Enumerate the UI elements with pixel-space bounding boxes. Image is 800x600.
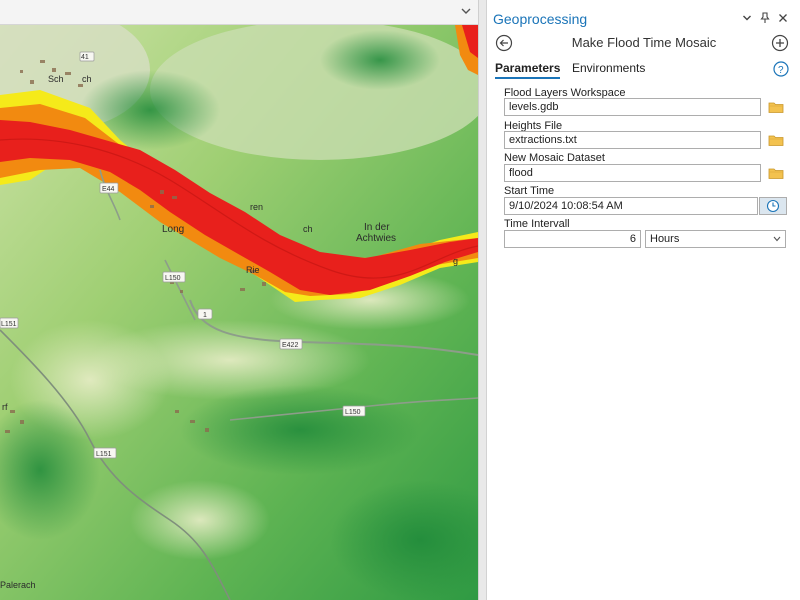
close-icon[interactable] bbox=[776, 11, 790, 25]
road-shield: 1 bbox=[197, 308, 213, 320]
workspace-input[interactable]: levels.gdb bbox=[504, 98, 761, 116]
road-shield: L150 bbox=[342, 405, 366, 417]
folder-icon[interactable] bbox=[768, 166, 784, 180]
heights-input[interactable]: extractions.txt bbox=[504, 131, 761, 149]
place-label: g bbox=[453, 256, 458, 266]
pane-title: Geoprocessing bbox=[493, 11, 588, 27]
road-shield: 41 bbox=[79, 51, 95, 62]
terrain-valley bbox=[320, 30, 440, 90]
place-label: Sch bbox=[48, 74, 64, 84]
tab-strip: Parameters Environments ? bbox=[487, 58, 800, 79]
road-shield: L150 bbox=[162, 271, 186, 283]
map-view[interactable]: Sch ch Long ren ch In der Achtwies g Rie… bbox=[0, 0, 478, 600]
interval-label: Time Intervall bbox=[504, 218, 570, 230]
folder-icon[interactable] bbox=[768, 133, 784, 147]
mosaic-label: New Mosaic Dataset bbox=[504, 152, 605, 164]
folder-icon[interactable] bbox=[768, 100, 784, 114]
start-time-input[interactable]: 9/10/2024 10:08:54 AM bbox=[504, 197, 758, 215]
mosaic-input[interactable]: flood bbox=[504, 164, 761, 182]
interval-unit-value: Hours bbox=[650, 233, 680, 245]
interval-unit-select[interactable]: Hours bbox=[645, 230, 786, 248]
place-label: ren bbox=[250, 202, 263, 212]
pane-header: Geoprocessing bbox=[487, 0, 800, 32]
road-shield: E422 bbox=[279, 338, 303, 350]
svg-text:E44: E44 bbox=[102, 186, 115, 193]
place-label: rf bbox=[2, 402, 8, 412]
tool-title: Make Flood Time Mosaic bbox=[571, 35, 717, 50]
chevron-down-icon[interactable] bbox=[460, 5, 472, 17]
pin-icon[interactable] bbox=[758, 11, 772, 25]
tab-parameters[interactable]: Parameters bbox=[495, 61, 561, 79]
clock-button[interactable] bbox=[759, 197, 787, 215]
pane-splitter[interactable] bbox=[478, 0, 486, 600]
place-label: Long bbox=[162, 224, 184, 235]
place-label: Rie bbox=[246, 265, 260, 275]
place-label: Palerach bbox=[0, 580, 36, 590]
place-label: ch bbox=[303, 224, 313, 234]
plus-circle-icon[interactable] bbox=[771, 34, 789, 52]
svg-text:L151: L151 bbox=[1, 321, 17, 328]
help-icon[interactable]: ? bbox=[773, 61, 789, 77]
road-shield: L151 bbox=[93, 447, 117, 459]
clock-icon bbox=[766, 199, 780, 213]
svg-text:41: 41 bbox=[81, 54, 89, 61]
place-label: Achtwies bbox=[356, 233, 396, 244]
back-arrow-icon[interactable] bbox=[495, 34, 513, 52]
chevron-down-icon bbox=[773, 236, 781, 242]
chevron-down-icon[interactable] bbox=[740, 11, 754, 25]
terrain-valley bbox=[180, 385, 420, 475]
tool-header: Make Flood Time Mosaic bbox=[487, 32, 800, 56]
road-shield: E44 bbox=[99, 182, 119, 194]
svg-text:1: 1 bbox=[203, 312, 207, 319]
map-canvas[interactable]: Sch ch Long ren ch In der Achtwies g Rie… bbox=[0, 25, 478, 600]
svg-text:L150: L150 bbox=[165, 275, 181, 282]
svg-text:E422: E422 bbox=[282, 342, 298, 349]
start-time-label: Start Time bbox=[504, 185, 555, 197]
svg-text:L150: L150 bbox=[345, 409, 361, 416]
interval-value-input[interactable]: 6 bbox=[504, 230, 641, 248]
svg-text:?: ? bbox=[778, 65, 784, 76]
geoprocessing-pane: Geoprocessing Make Flood Time Mosaic Par… bbox=[486, 0, 800, 600]
place-label: In der bbox=[364, 222, 390, 233]
road-shield: L151 bbox=[0, 317, 19, 329]
svg-text:L151: L151 bbox=[96, 451, 112, 458]
tab-environments[interactable]: Environments bbox=[572, 61, 645, 77]
map-toolbar bbox=[0, 0, 478, 25]
place-label: ch bbox=[82, 74, 92, 84]
